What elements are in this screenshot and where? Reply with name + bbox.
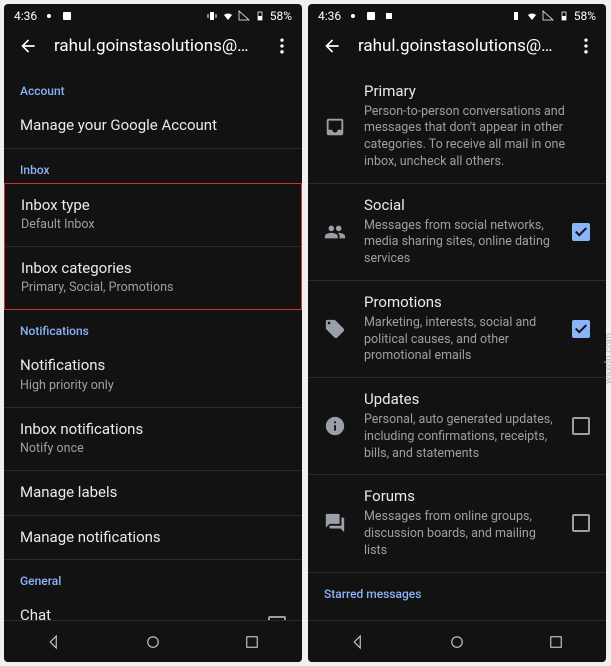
battery-icon — [254, 10, 266, 22]
highlight-box: Inbox type Default Inbox Inbox categorie… — [4, 183, 302, 311]
wifi-icon — [222, 10, 234, 22]
battery-percent: 58% — [574, 9, 596, 23]
category-promotions-row[interactable]: Promotions Marketing, interests, social … — [308, 281, 606, 378]
more-icon[interactable] — [576, 36, 596, 56]
appbar-title: rahul.goinstasolutions@gmail.... — [54, 36, 256, 56]
nav-home-icon[interactable] — [448, 633, 466, 651]
row-title: Promotions — [364, 293, 554, 313]
categories-scroll[interactable]: Primary Person-to-person conversations a… — [308, 70, 606, 620]
tag-icon — [324, 318, 346, 340]
nav-recent-icon[interactable] — [547, 633, 565, 651]
notification-dot-icon — [347, 10, 359, 22]
nav-home-icon[interactable] — [144, 633, 162, 651]
row-title: Manage labels — [20, 483, 286, 503]
battery-icon — [558, 10, 570, 22]
notification-icon-2 — [383, 10, 395, 22]
manage-notifications-row[interactable]: Manage notifications — [4, 516, 302, 561]
people-icon — [324, 221, 346, 243]
notification-icon — [365, 10, 377, 22]
row-subtitle: Messages from social networks, media sha… — [364, 218, 554, 269]
app-bar: rahul.goinstasolutions@gmail.... — [4, 26, 302, 70]
manage-google-account-row[interactable]: Manage your Google Account — [4, 104, 302, 149]
wifi-icon — [526, 10, 538, 22]
app-bar: rahul.goinstasolutions@gmail.... — [308, 26, 606, 70]
row-title: Chat — [20, 606, 250, 620]
row-title: Inbox notifications — [20, 420, 286, 440]
section-notifications: Notifications — [4, 310, 302, 344]
row-subtitle: Messages from online groups, discussion … — [364, 509, 554, 560]
phone-screen-right: 4:36 58% rahul.goinstasolutions@gmail...… — [308, 4, 606, 662]
section-general: General — [4, 560, 302, 594]
section-inbox: Inbox — [4, 149, 302, 183]
back-icon[interactable] — [322, 36, 342, 56]
nav-back-icon[interactable] — [349, 633, 367, 651]
category-forums-row[interactable]: Forums Messages from online groups, disc… — [308, 475, 606, 572]
forum-icon — [324, 512, 346, 534]
forums-checkbox[interactable] — [572, 514, 590, 532]
watermark: wsxdn.com — [604, 333, 611, 384]
battery-percent: 58% — [270, 9, 292, 23]
signal-icon — [542, 10, 554, 22]
status-time: 4:36 — [318, 9, 341, 23]
section-account: Account — [4, 70, 302, 104]
row-title: Primary — [364, 82, 590, 102]
social-checkbox[interactable] — [572, 223, 590, 241]
chat-row[interactable]: Chat Show the Chat and Rooms tabs — [4, 594, 302, 620]
vibrate-icon — [206, 10, 218, 22]
signal-icon — [238, 10, 250, 22]
row-title: Updates — [364, 390, 554, 410]
inbox-type-row[interactable]: Inbox type Default Inbox — [5, 184, 301, 247]
row-title: Manage notifications — [20, 528, 286, 548]
status-bar: 4:36 58% — [4, 4, 302, 26]
row-subtitle: High priority only — [20, 378, 286, 395]
inbox-categories-row[interactable]: Inbox categories Primary, Social, Promot… — [5, 247, 301, 309]
row-title: Social — [364, 196, 554, 216]
row-title: Inbox type — [21, 196, 285, 216]
status-time: 4:36 — [14, 9, 37, 23]
row-title: Manage your Google Account — [20, 116, 286, 136]
category-primary-row[interactable]: Primary Person-to-person conversations a… — [308, 70, 606, 184]
nav-back-icon[interactable] — [45, 633, 63, 651]
promotions-checkbox[interactable] — [572, 320, 590, 338]
notification-dot-icon — [43, 10, 55, 22]
info-icon — [324, 415, 346, 437]
row-title: Forums — [364, 487, 554, 507]
row-subtitle: Marketing, interests, social and politic… — [364, 315, 554, 366]
status-bar: 4:36 58% — [308, 4, 606, 26]
vibrate-icon — [510, 10, 522, 22]
nav-recent-icon[interactable] — [243, 633, 261, 651]
category-social-row[interactable]: Social Messages from social networks, me… — [308, 184, 606, 281]
inbox-icon — [324, 116, 346, 138]
row-title: Inbox categories — [21, 259, 285, 279]
settings-scroll[interactable]: Account Manage your Google Account Inbox… — [4, 70, 302, 620]
category-updates-row[interactable]: Updates Personal, auto generated updates… — [308, 378, 606, 475]
include-in-primary-row[interactable]: Include in Primary Show all starred mess… — [308, 607, 606, 621]
section-starred: Starred messages — [308, 573, 606, 607]
back-icon[interactable] — [18, 36, 38, 56]
row-subtitle: Default Inbox — [21, 217, 285, 234]
appbar-title: rahul.goinstasolutions@gmail.... — [358, 36, 560, 56]
row-title: Notifications — [20, 356, 286, 376]
inbox-notifications-row[interactable]: Inbox notifications Notify once — [4, 408, 302, 471]
navigation-bar — [4, 620, 302, 662]
more-icon[interactable] — [272, 36, 292, 56]
notifications-row[interactable]: Notifications High priority only — [4, 344, 302, 407]
row-subtitle: Primary, Social, Promotions — [21, 280, 285, 297]
manage-labels-row[interactable]: Manage labels — [4, 471, 302, 516]
row-subtitle: Personal, auto generated updates, includ… — [364, 412, 554, 463]
phone-screen-left: 4:36 58% rahul.goinstasolutions@gmail...… — [4, 4, 302, 662]
navigation-bar — [308, 620, 606, 662]
notification-icon — [61, 10, 73, 22]
row-subtitle: Notify once — [20, 441, 286, 458]
updates-checkbox[interactable] — [572, 417, 590, 435]
row-subtitle: Person-to-person conversations and messa… — [364, 104, 590, 172]
